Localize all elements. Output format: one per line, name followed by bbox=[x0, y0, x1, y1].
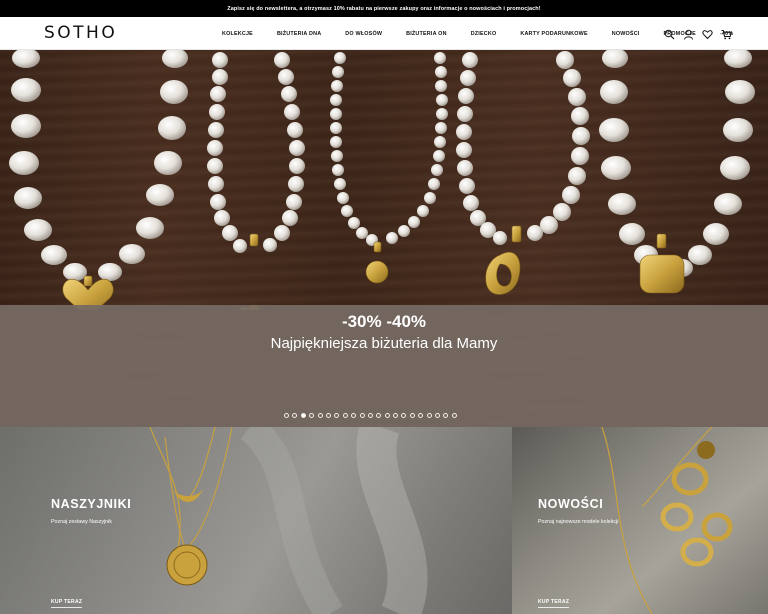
main-nav: KOLEKCJE BIŻUTERIA DNA DO WŁOSÓW BIŻUTER… bbox=[222, 17, 733, 50]
user-icon[interactable] bbox=[683, 27, 694, 40]
carousel-dot[interactable] bbox=[309, 413, 315, 418]
tile-naszyjniki-title: NASZYJNIKI bbox=[51, 497, 132, 511]
carousel-dot[interactable] bbox=[325, 413, 331, 418]
carousel-dot[interactable] bbox=[376, 413, 382, 418]
search-icon[interactable] bbox=[664, 27, 675, 40]
tile-naszyjniki-desc: Poznaj zestawy Naszyjnik bbox=[51, 519, 112, 525]
announcement-text: Zapisz się do newslettera, a otrzymasz 1… bbox=[227, 5, 541, 12]
site-header: SOTHO KOLEKCJE BIŻUTERIA DNA DO WŁOSÓW B… bbox=[0, 17, 768, 50]
carousel-dot[interactable] bbox=[367, 413, 373, 418]
carousel-dot[interactable] bbox=[284, 413, 289, 418]
nav-item-do-wlosow[interactable]: DO WŁOSÓW bbox=[345, 31, 382, 37]
carousel-dot[interactable] bbox=[393, 413, 399, 418]
heart-icon[interactable] bbox=[702, 27, 713, 40]
carousel-dot[interactable] bbox=[426, 413, 432, 418]
nav-item-bizuteria-dna[interactable]: BIŻUTERIA DNA bbox=[277, 31, 321, 37]
header-icons bbox=[664, 27, 732, 40]
nav-item-nowosci[interactable]: NOWOŚCI bbox=[612, 31, 640, 37]
carousel-dot[interactable] bbox=[317, 413, 323, 418]
tile-naszyjniki-link[interactable]: KUP TERAZ bbox=[51, 599, 83, 608]
carousel-dot[interactable] bbox=[401, 413, 407, 418]
carousel-dot[interactable] bbox=[292, 413, 298, 418]
nav-item-karty-podarunkowe[interactable]: KARTY PODARUNKOWE bbox=[520, 31, 587, 37]
hero-subtitle: Najpiękniejsza biżuteria dla Mamy bbox=[270, 335, 498, 352]
cart-icon[interactable] bbox=[721, 27, 732, 40]
carousel-dots bbox=[284, 413, 457, 418]
carousel-dot[interactable] bbox=[351, 413, 357, 418]
carousel-dot[interactable] bbox=[300, 413, 306, 418]
hero-pearl-necklaces-image bbox=[9, 50, 755, 310]
tile-nowosci-link[interactable]: KUP TERAZ bbox=[538, 599, 570, 608]
nav-item-dziecko[interactable]: DZIECKO bbox=[471, 31, 497, 37]
nav-item-kolekcje[interactable]: KOLEKCJE bbox=[222, 31, 253, 37]
carousel-dot[interactable] bbox=[334, 413, 340, 418]
carousel-dot[interactable] bbox=[409, 413, 415, 418]
carousel-dot[interactable] bbox=[451, 413, 457, 418]
carousel-dot[interactable] bbox=[384, 413, 390, 418]
carousel-dot[interactable] bbox=[418, 413, 424, 418]
carousel-dot[interactable] bbox=[443, 413, 449, 418]
site-logo[interactable]: SOTHO bbox=[44, 23, 117, 43]
carousel-dot[interactable] bbox=[342, 413, 348, 418]
tile-nowosci[interactable]: NOWOŚCI Poznaj najnowsze modele kolekcji… bbox=[512, 427, 768, 614]
hero-title: -30% -40% bbox=[341, 312, 427, 331]
tile-naszyjniki[interactable]: NASZYJNIKI Poznaj zestawy Naszyjnik KUP … bbox=[0, 427, 512, 614]
tile-nowosci-desc: Poznaj najnowsze modele kolekcji bbox=[538, 519, 619, 525]
carousel-dot[interactable] bbox=[359, 413, 365, 418]
announcement-bar: Zapisz się do newslettera, a otrzymasz 1… bbox=[0, 0, 768, 17]
tile-nowosci-title: NOWOŚCI bbox=[538, 497, 604, 511]
nav-item-bizuteria-on[interactable]: BIŻUTERIA ON bbox=[406, 31, 447, 37]
hero-banner[interactable]: -30% -40% Najpiękniejsza biżuteria dla M… bbox=[0, 50, 768, 427]
carousel-dot[interactable] bbox=[435, 413, 441, 418]
